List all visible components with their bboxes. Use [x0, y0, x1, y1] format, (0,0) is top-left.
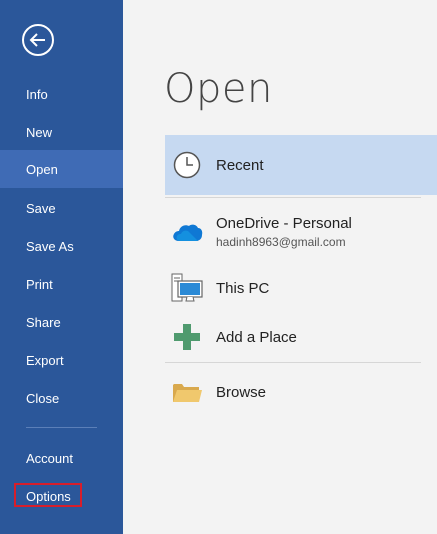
- nav-item-save[interactable]: Save: [0, 189, 123, 227]
- location-label: Recent: [216, 156, 264, 174]
- location-add-place[interactable]: Add a Place: [165, 320, 437, 354]
- nav-item-share[interactable]: Share: [0, 303, 123, 341]
- nav-item-account[interactable]: Account: [0, 439, 123, 477]
- clock-icon: [171, 149, 203, 181]
- open-pane: Open Recent OneDrive - Personal hadinh89…: [123, 0, 437, 534]
- location-separator: [165, 362, 421, 363]
- nav-divider: [26, 427, 97, 428]
- location-label: Browse: [216, 383, 267, 401]
- location-label: This PC: [216, 279, 270, 297]
- back-button[interactable]: [22, 24, 54, 56]
- onedrive-cloud-icon: [171, 216, 203, 248]
- location-this-pc[interactable]: This PC: [165, 270, 437, 306]
- location-browse[interactable]: Browse: [165, 375, 437, 409]
- nav-item-close[interactable]: Close: [0, 379, 123, 417]
- location-label: Add a Place: [216, 328, 297, 346]
- nav-item-save-as[interactable]: Save As: [0, 227, 123, 265]
- nav-item-export[interactable]: Export: [0, 341, 123, 379]
- location-onedrive[interactable]: OneDrive - Personal hadinh8963@gmail.com: [165, 211, 437, 253]
- folder-icon: [171, 376, 203, 408]
- back-arrow-icon: [29, 33, 45, 47]
- nav-item-print[interactable]: Print: [0, 265, 123, 303]
- computer-icon: [171, 272, 203, 304]
- account-email: hadinh8963@gmail.com: [216, 235, 346, 249]
- page-title: Open: [164, 66, 273, 112]
- backstage-sidebar: Info New Open Save Save As Print Share E…: [0, 0, 123, 534]
- nav-item-options[interactable]: Options: [0, 477, 123, 515]
- location-recent[interactable]: Recent: [165, 135, 437, 195]
- nav-item-open[interactable]: Open: [0, 150, 123, 188]
- nav-item-new[interactable]: New: [0, 113, 123, 151]
- nav-item-info[interactable]: Info: [0, 75, 123, 113]
- location-separator: [165, 197, 421, 198]
- plus-icon: [171, 321, 203, 353]
- location-label: OneDrive - Personal: [216, 215, 352, 232]
